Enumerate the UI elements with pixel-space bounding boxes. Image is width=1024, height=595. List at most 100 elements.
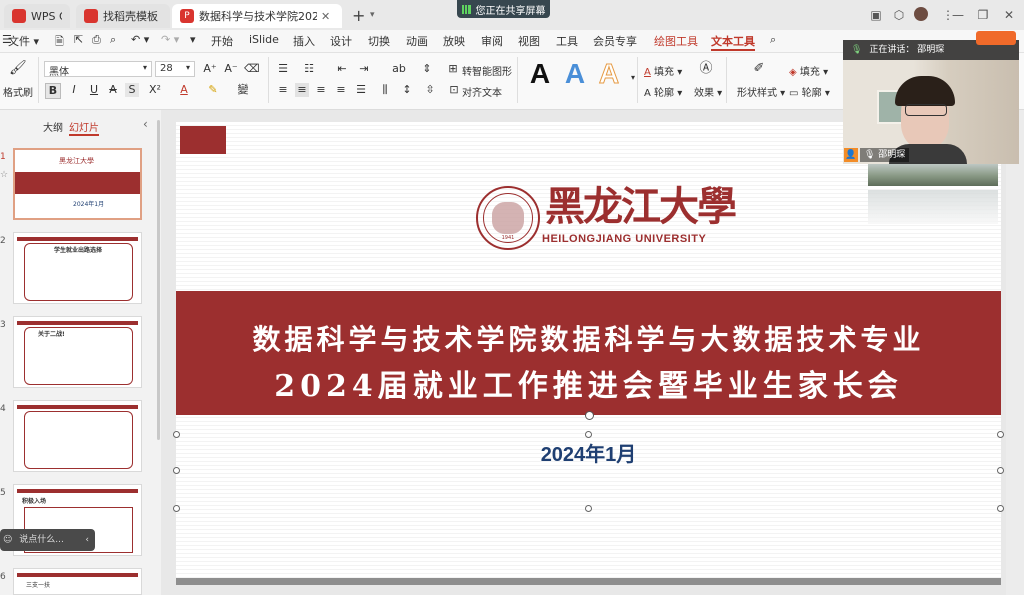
font-grow-icon[interactable]: A⁺: [203, 62, 217, 76]
font-size-select[interactable]: 28 ▾: [155, 61, 195, 77]
menu-file[interactable]: 文件 ▾: [8, 33, 39, 49]
font-color-icon[interactable]: A: [177, 83, 191, 97]
menu-text-tools[interactable]: 文本工具: [711, 33, 755, 51]
tab-wps-office[interactable]: WPS Office: [4, 4, 70, 28]
layout-icon[interactable]: ▣: [868, 7, 884, 23]
resize-handle-bottom-left[interactable]: [173, 505, 180, 512]
resize-handle-bottom[interactable]: [585, 505, 592, 512]
justify-icon[interactable]: ≡: [334, 83, 348, 97]
smart-shape-label[interactable]: 转智能图形: [462, 63, 512, 78]
search-icon[interactable]: ⌕: [770, 33, 776, 47]
chevron-left-icon[interactable]: ‹: [85, 529, 89, 551]
chevron-down-icon[interactable]: ▾: [370, 10, 375, 20]
close-icon[interactable]: ✕: [321, 10, 330, 23]
resize-handle-top-right[interactable]: [997, 431, 1004, 438]
menu-view[interactable]: 视图: [518, 33, 540, 49]
clear-format-icon[interactable]: ⌫: [244, 62, 260, 76]
text-style-black[interactable]: A: [525, 59, 555, 89]
tab-presentation[interactable]: P 数据科学与技术学院2024届就 ✕: [172, 4, 342, 28]
text-fill-button[interactable]: A 填充 ▾: [644, 63, 682, 78]
italic-button[interactable]: I: [67, 83, 81, 97]
decrease-indent-icon[interactable]: ⇤: [335, 62, 349, 76]
increase-indent-icon[interactable]: ⇥: [357, 62, 371, 76]
maximize-icon[interactable]: ❐: [975, 7, 991, 23]
slide-thumbnail-1[interactable]: 黑龙江大學 2024年1月: [13, 148, 142, 220]
save-icon[interactable]: 🗎: [55, 33, 64, 52]
menu-insert[interactable]: 插入: [293, 33, 315, 49]
export-icon[interactable]: ⇱: [74, 33, 83, 46]
shape-style-icon[interactable]: ✐: [752, 62, 766, 76]
align-text-label[interactable]: 对齐文本: [462, 84, 502, 99]
resize-handle-right[interactable]: [997, 467, 1004, 474]
align-right-icon[interactable]: ≡: [314, 83, 328, 97]
align-left-icon[interactable]: ≡: [276, 83, 290, 97]
align-text-icon[interactable]: ⊡: [447, 83, 461, 97]
shadow-button[interactable]: S: [125, 83, 139, 97]
panel-scrollbar[interactable]: [157, 120, 160, 440]
phonetic-icon[interactable]: 變: [236, 83, 250, 97]
format-painter-icon[interactable]: 🖌: [9, 61, 27, 75]
strikethrough-button[interactable]: A: [106, 83, 120, 97]
close-window-icon[interactable]: ✕: [1001, 7, 1017, 23]
distribute-icon[interactable]: ☰: [354, 83, 368, 97]
highlight-icon[interactable]: ✎: [206, 83, 220, 97]
slide-thumbnail-3[interactable]: 关于二战!: [13, 316, 142, 388]
font-shrink-icon[interactable]: A⁻: [224, 62, 238, 76]
menu-transition[interactable]: 切换: [368, 33, 390, 49]
line-spacing-icon[interactable]: ⇕: [420, 62, 434, 76]
resize-handle-top[interactable]: [585, 431, 592, 438]
tab-outline[interactable]: 大纲: [43, 119, 63, 134]
redo-icon[interactable]: ↷ ▾: [161, 33, 179, 46]
resize-handle-bottom-right[interactable]: [997, 505, 1004, 512]
text-style-orange[interactable]: A: [594, 58, 624, 89]
shape-outline-button[interactable]: ▭ 轮廓 ▾: [789, 84, 830, 99]
format-painter-label[interactable]: 格式刷: [3, 84, 33, 99]
collapse-panel-icon[interactable]: ‹: [143, 117, 148, 131]
text-effect-icon[interactable]: Ⓐ: [699, 62, 713, 76]
box-icon[interactable]: ⬡: [891, 7, 907, 23]
line-spacing-2-icon[interactable]: ⇳: [423, 83, 437, 97]
paragraph-spacing-icon[interactable]: ↕: [400, 83, 414, 97]
bullet-list-icon[interactable]: ☰: [276, 62, 290, 76]
minimize-icon[interactable]: —: [950, 7, 966, 23]
title-band[interactable]: 数据科学与技术学院数据科学与大数据技术专业 2024届就业工作推进会暨毕业生家长…: [176, 291, 1001, 415]
member-badge[interactable]: [976, 31, 1016, 45]
rotate-handle[interactable]: [585, 411, 594, 420]
tab-slides[interactable]: 幻灯片: [69, 119, 99, 136]
menu-islide[interactable]: iSlide: [249, 33, 279, 46]
menu-review[interactable]: 审阅: [481, 33, 503, 49]
font-name-select[interactable]: 黑体 ▾: [44, 61, 152, 78]
columns-icon[interactable]: ⫼: [378, 83, 392, 97]
menu-animation[interactable]: 动画: [406, 33, 428, 49]
text-effect-button[interactable]: 效果 ▾: [694, 84, 722, 99]
comment-input[interactable]: ☺ 说点什么... ‹: [0, 529, 95, 551]
text-outline-button[interactable]: A 轮廓 ▾: [644, 84, 682, 99]
slide-date[interactable]: 2024年1月: [176, 438, 1001, 467]
bold-button[interactable]: B: [45, 83, 61, 99]
shape-fill-button[interactable]: ◈ 填充 ▾: [789, 63, 828, 78]
number-list-icon[interactable]: ☷: [302, 62, 316, 76]
slide-thumbnail-6[interactable]: 三支一扶: [13, 568, 142, 595]
menu-home[interactable]: 开始: [211, 33, 233, 49]
resize-handle-top-left[interactable]: [173, 431, 180, 438]
preview-icon[interactable]: ⌕: [110, 33, 116, 47]
tab-template[interactable]: 找稻壳模板: [76, 4, 170, 28]
menu-draw-tools[interactable]: 绘图工具: [654, 33, 698, 49]
text-style-blue[interactable]: A: [560, 59, 590, 89]
menu-tools[interactable]: 工具: [556, 33, 578, 49]
menu-design[interactable]: 设计: [330, 33, 352, 49]
shape-style-button[interactable]: 形状样式 ▾: [737, 84, 785, 99]
slide-thumbnail-4[interactable]: [13, 400, 142, 472]
canvas-scrollbar[interactable]: [1006, 110, 1024, 595]
slide-thumbnail-2[interactable]: 学生就业出路选择: [13, 232, 142, 304]
print-icon[interactable]: ⎙: [92, 33, 101, 47]
undo-icon[interactable]: ↶ ▾: [131, 33, 149, 46]
smart-shape-icon[interactable]: ⊞: [446, 62, 460, 76]
superscript-icon[interactable]: X²: [148, 83, 162, 97]
menu-slideshow[interactable]: 放映: [443, 33, 465, 49]
new-tab-button[interactable]: +: [352, 6, 365, 25]
underline-button[interactable]: U: [87, 83, 101, 97]
more-icon[interactable]: ▾: [190, 33, 196, 46]
text-direction-icon[interactable]: ab: [392, 62, 406, 76]
menu-member[interactable]: 会员专享: [593, 33, 637, 49]
